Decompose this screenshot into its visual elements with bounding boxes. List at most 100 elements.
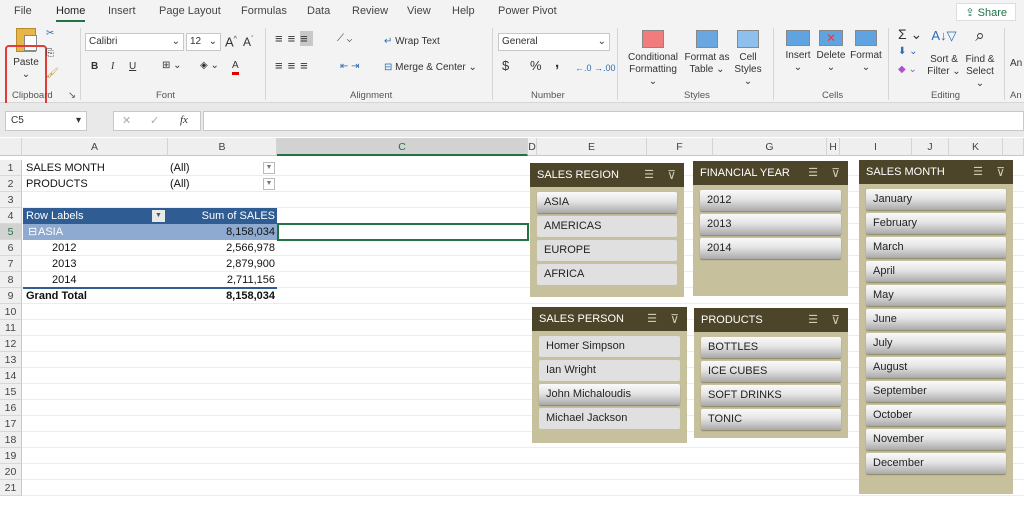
tab-review[interactable]: Review bbox=[352, 5, 388, 17]
slicer-item[interactable]: ASIA bbox=[537, 192, 677, 213]
slicer-item[interactable]: EUROPE bbox=[537, 240, 677, 261]
tab-power-pivot[interactable]: Power Pivot bbox=[498, 5, 557, 17]
tab-view[interactable]: View bbox=[407, 5, 431, 17]
dialog-launcher-icon[interactable]: ↘ bbox=[68, 90, 76, 101]
share-button[interactable]: ⇪ Share bbox=[956, 3, 1016, 21]
select-all-corner[interactable] bbox=[0, 138, 22, 156]
multi-select-icon[interactable]: ☰ bbox=[808, 308, 818, 332]
row-header-16[interactable]: 16 bbox=[0, 400, 22, 416]
tab-insert[interactable]: Insert bbox=[108, 5, 136, 17]
row-header-8[interactable]: 8 bbox=[0, 272, 22, 288]
slicer-item[interactable]: SOFT DRINKS bbox=[701, 385, 841, 406]
slicer-item[interactable]: June bbox=[866, 309, 1006, 330]
slicer-item[interactable]: March bbox=[866, 237, 1006, 258]
cut-icon[interactable]: ✂ bbox=[46, 28, 54, 40]
slicer-item[interactable]: AFRICA bbox=[537, 264, 677, 285]
row-header-1[interactable]: 1 bbox=[0, 160, 22, 176]
analyze-data-button[interactable]: An bbox=[1010, 58, 1022, 70]
insert-function-button[interactable]: fx bbox=[180, 114, 188, 126]
slicer-sales-person[interactable]: SALES PERSON ☰ ⊽ Homer Simpson Ian Wright Joh… bbox=[532, 307, 687, 443]
slicer-sales-month[interactable]: SALES MONTH ☰ ⊽ January February March April Ma… bbox=[859, 160, 1013, 494]
slicer-item[interactable]: January bbox=[866, 189, 1006, 210]
multi-select-icon[interactable]: ☰ bbox=[973, 160, 983, 184]
clear-filter-icon[interactable]: ⊽ bbox=[831, 308, 840, 332]
slicer-item[interactable]: 2013 bbox=[700, 214, 841, 235]
tab-help[interactable]: Help bbox=[452, 5, 475, 17]
delete-cells-button[interactable]: ✕ Delete ⌄ bbox=[815, 30, 847, 74]
wrap-text-button[interactable]: ↵ Wrap Text bbox=[384, 36, 440, 48]
column-header-i[interactable]: I bbox=[840, 138, 912, 156]
slicer-item[interactable]: February bbox=[866, 213, 1006, 234]
fill-icon[interactable]: ⬇ ⌄ bbox=[898, 46, 918, 58]
column-header-j[interactable]: J bbox=[912, 138, 949, 156]
column-header-d[interactable]: D bbox=[528, 138, 537, 156]
slicer-item[interactable]: Homer Simpson bbox=[539, 336, 680, 357]
underline-button[interactable]: U bbox=[129, 61, 136, 73]
tab-home[interactable]: Home bbox=[56, 5, 86, 22]
slicer-item[interactable]: ICE CUBES bbox=[701, 361, 841, 382]
row-header-11[interactable]: 11 bbox=[0, 320, 22, 336]
tab-page-layout[interactable]: Page Layout bbox=[159, 5, 221, 17]
currency-button[interactable]: $ bbox=[502, 59, 509, 72]
row-header-18[interactable]: 18 bbox=[0, 432, 22, 448]
horizontal-align-icons[interactable]: ≡≡≡ bbox=[275, 59, 313, 72]
tab-formulas[interactable]: Formulas bbox=[241, 5, 287, 17]
slicer-item[interactable]: AMERICAS bbox=[537, 216, 677, 237]
row-header-10[interactable]: 10 bbox=[0, 304, 22, 320]
column-header-g[interactable]: G bbox=[713, 138, 827, 156]
clear-filter-icon[interactable]: ⊽ bbox=[831, 161, 840, 185]
pivot-filter-dropdown[interactable]: ▼ bbox=[263, 162, 275, 174]
slicer-item[interactable]: April bbox=[866, 261, 1006, 282]
slicer-item[interactable]: July bbox=[866, 333, 1006, 354]
format-cells-button[interactable]: Format ⌄ bbox=[849, 30, 883, 74]
clear-filter-icon[interactable]: ⊽ bbox=[996, 160, 1005, 184]
multi-select-icon[interactable]: ☰ bbox=[644, 163, 654, 187]
borders-icon[interactable]: ⊞ ⌄ bbox=[162, 60, 182, 72]
format-painter-icon[interactable]: 🖌 bbox=[46, 68, 59, 80]
column-header-e[interactable]: E bbox=[537, 138, 647, 156]
row-header-20[interactable]: 20 bbox=[0, 464, 22, 480]
row-header-2[interactable]: 2 bbox=[0, 176, 22, 192]
slicer-item[interactable]: October bbox=[866, 405, 1006, 426]
slicer-financial-year[interactable]: FINANCIAL YEAR ☰ ⊽ 2012 2013 2014 bbox=[693, 161, 848, 296]
clear-filter-icon[interactable]: ⊽ bbox=[667, 163, 676, 187]
italic-button[interactable]: I bbox=[111, 61, 114, 73]
slicer-item[interactable]: November bbox=[866, 429, 1006, 450]
row-header-21[interactable]: 21 bbox=[0, 480, 22, 496]
formula-input[interactable] bbox=[203, 111, 1024, 131]
slicer-item[interactable]: John Michaloudis bbox=[539, 384, 680, 405]
row-labels-filter-button[interactable]: ▼ bbox=[152, 210, 165, 222]
increase-font-icon[interactable]: A^ bbox=[225, 34, 237, 48]
collapse-icon[interactable]: ⊟ bbox=[28, 224, 37, 240]
row-header-14[interactable]: 14 bbox=[0, 368, 22, 384]
font-size-select[interactable]: 12 ⌄ bbox=[186, 33, 221, 51]
percent-button[interactable]: % bbox=[530, 59, 542, 72]
name-box[interactable]: C5 ▾ bbox=[5, 111, 87, 131]
row-header-12[interactable]: 12 bbox=[0, 336, 22, 352]
slicer-sales-region[interactable]: SALES REGION ☰ ⊽ ASIA AMERICAS EUROPE AFRICA bbox=[530, 163, 684, 297]
row-header-6[interactable]: 6 bbox=[0, 240, 22, 256]
tab-file[interactable]: File bbox=[14, 5, 32, 17]
slicer-item[interactable]: May bbox=[866, 285, 1006, 306]
comma-button[interactable]: , bbox=[555, 55, 559, 70]
row-header-13[interactable]: 13 bbox=[0, 352, 22, 368]
column-header-c[interactable]: C bbox=[277, 138, 528, 156]
pivot-filter-dropdown[interactable]: ▼ bbox=[263, 178, 275, 190]
cell-styles-button[interactable]: Cell Styles ⌄ bbox=[731, 30, 765, 88]
row-header-7[interactable]: 7 bbox=[0, 256, 22, 272]
font-color-icon[interactable]: A bbox=[232, 60, 239, 75]
clear-icon[interactable]: ◆ ⌄ bbox=[898, 64, 917, 76]
column-header-k[interactable]: K bbox=[949, 138, 1003, 156]
indent-icons[interactable]: ⇤ ⇥ bbox=[340, 61, 360, 73]
column-header-b[interactable]: B bbox=[168, 138, 277, 156]
copy-icon[interactable]: ⎘ bbox=[46, 48, 54, 60]
sort-filter-button[interactable]: A↓▽ Sort & Filter ⌄ bbox=[926, 29, 962, 78]
autosum-icon[interactable]: Σ ⌄ bbox=[898, 27, 922, 41]
fill-color-icon[interactable]: ◈ ⌄ bbox=[200, 60, 219, 72]
row-header-17[interactable]: 17 bbox=[0, 416, 22, 432]
slicer-item[interactable]: Ian Wright bbox=[539, 360, 680, 381]
slicer-item[interactable]: Michael Jackson bbox=[539, 408, 680, 429]
insert-cells-button[interactable]: Insert ⌄ bbox=[783, 30, 813, 74]
slicer-item[interactable]: August bbox=[866, 357, 1006, 378]
enter-icon[interactable]: ✓ bbox=[150, 114, 159, 127]
